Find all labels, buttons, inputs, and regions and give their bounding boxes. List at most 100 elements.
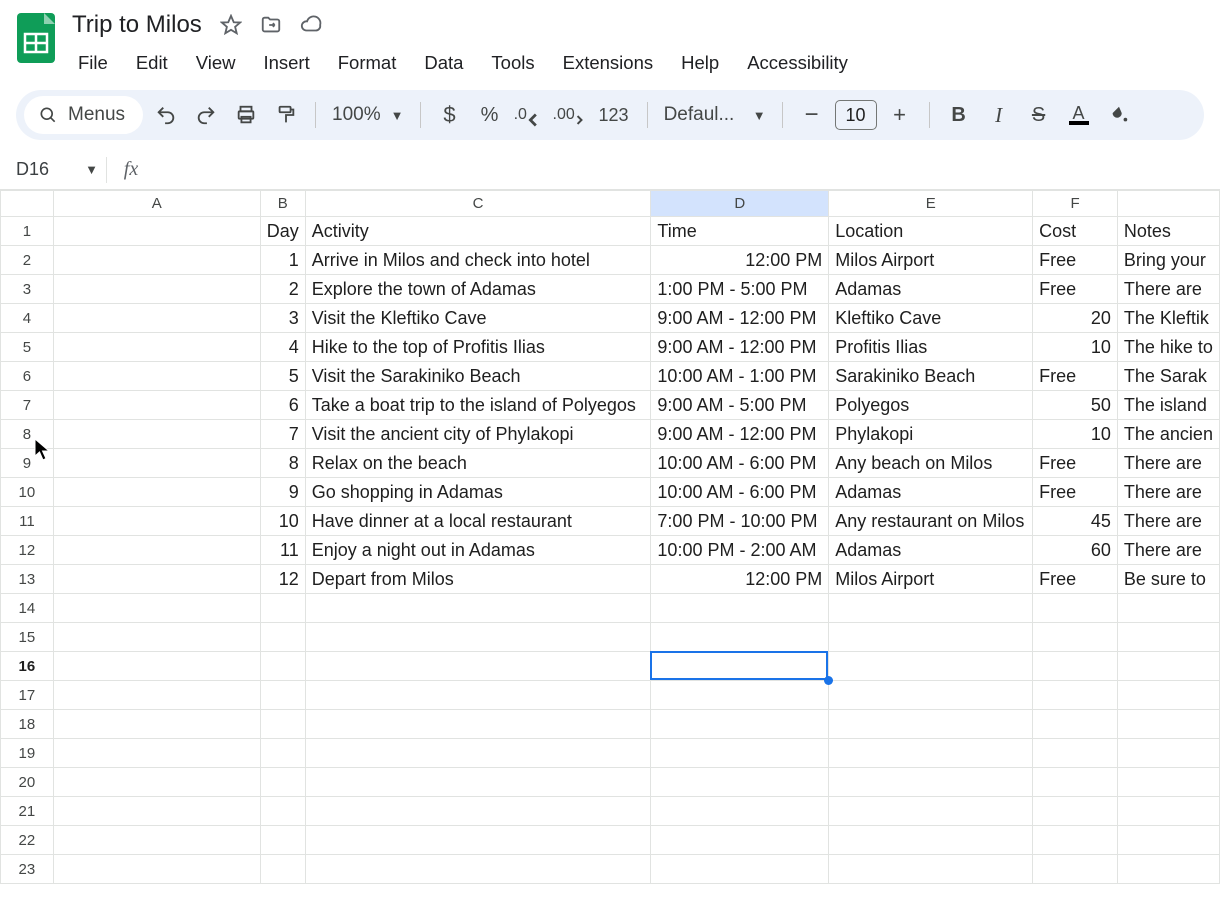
cell-A18[interactable] <box>53 710 260 739</box>
menu-insert[interactable]: Insert <box>251 48 321 78</box>
cell-G15[interactable] <box>1117 623 1219 652</box>
cell-E5[interactable]: Profitis Ilias <box>829 333 1033 362</box>
cell-D15[interactable] <box>651 623 829 652</box>
cell-A5[interactable] <box>53 333 260 362</box>
cell-C14[interactable] <box>305 594 651 623</box>
cell-D23[interactable] <box>651 855 829 884</box>
cell-C10[interactable]: Go shopping in Adamas <box>305 478 651 507</box>
cell-A11[interactable] <box>53 507 260 536</box>
cell-C7[interactable]: Take a boat trip to the island of Polyeg… <box>305 391 651 420</box>
cell-C5[interactable]: Hike to the top of Profitis Ilias <box>305 333 651 362</box>
cell-C9[interactable]: Relax on the beach <box>305 449 651 478</box>
name-box[interactable]: D16 ▼ <box>16 159 106 180</box>
cell-B6[interactable]: 5 <box>260 362 305 391</box>
cell-A6[interactable] <box>53 362 260 391</box>
cell-E13[interactable]: Milos Airport <box>829 565 1033 594</box>
cell-F22[interactable] <box>1033 826 1118 855</box>
cell-C12[interactable]: Enjoy a night out in Adamas <box>305 536 651 565</box>
cell-G14[interactable] <box>1117 594 1219 623</box>
cell-F14[interactable] <box>1033 594 1118 623</box>
cell-G16[interactable] <box>1117 652 1219 681</box>
row-header-3[interactable]: 3 <box>1 275 54 304</box>
increase-font-size-button[interactable]: + <box>883 98 917 132</box>
cell-G13[interactable]: Be sure to <box>1117 565 1219 594</box>
cell-E6[interactable]: Sarakiniko Beach <box>829 362 1033 391</box>
cell-D20[interactable] <box>651 768 829 797</box>
row-header-13[interactable]: 13 <box>1 565 54 594</box>
menu-help[interactable]: Help <box>669 48 731 78</box>
cell-E8[interactable]: Phylakopi <box>829 420 1033 449</box>
cell-G18[interactable] <box>1117 710 1219 739</box>
cell-G11[interactable]: There are <box>1117 507 1219 536</box>
move-folder-icon[interactable] <box>260 14 282 36</box>
cell-A9[interactable] <box>53 449 260 478</box>
cell-B17[interactable] <box>260 681 305 710</box>
cell-C11[interactable]: Have dinner at a local restaurant <box>305 507 651 536</box>
cell-E17[interactable] <box>829 681 1033 710</box>
column-header-D[interactable]: D <box>651 191 829 217</box>
cell-D9[interactable]: 10:00 AM - 6:00 PM <box>651 449 829 478</box>
cell-E15[interactable] <box>829 623 1033 652</box>
cell-G23[interactable] <box>1117 855 1219 884</box>
cell-G19[interactable] <box>1117 739 1219 768</box>
text-color-button[interactable]: A <box>1062 98 1096 132</box>
cell-A12[interactable] <box>53 536 260 565</box>
cell-C15[interactable] <box>305 623 651 652</box>
cell-F2[interactable]: Free <box>1033 246 1118 275</box>
cell-A23[interactable] <box>53 855 260 884</box>
menu-file[interactable]: File <box>72 48 120 78</box>
cell-selection-handle[interactable] <box>824 676 833 685</box>
cell-B2[interactable]: 1 <box>260 246 305 275</box>
cell-C19[interactable] <box>305 739 651 768</box>
cell-C21[interactable] <box>305 797 651 826</box>
menu-extensions[interactable]: Extensions <box>551 48 666 78</box>
cell-F5[interactable]: 10 <box>1033 333 1118 362</box>
row-header-5[interactable]: 5 <box>1 333 54 362</box>
cell-C17[interactable] <box>305 681 651 710</box>
cell-E20[interactable] <box>829 768 1033 797</box>
cell-F18[interactable] <box>1033 710 1118 739</box>
cell-A4[interactable] <box>53 304 260 333</box>
cell-G22[interactable] <box>1117 826 1219 855</box>
row-header-4[interactable]: 4 <box>1 304 54 333</box>
row-header-22[interactable]: 22 <box>1 826 54 855</box>
cell-E22[interactable] <box>829 826 1033 855</box>
column-header-A[interactable]: A <box>53 191 260 217</box>
undo-button[interactable] <box>149 98 183 132</box>
cell-A13[interactable] <box>53 565 260 594</box>
formula-input[interactable] <box>145 150 1220 189</box>
column-header-B[interactable]: B <box>260 191 305 217</box>
cell-E11[interactable]: Any restaurant on Milos <box>829 507 1033 536</box>
italic-button[interactable]: I <box>982 98 1016 132</box>
row-header-10[interactable]: 10 <box>1 478 54 507</box>
cell-D5[interactable]: 9:00 AM - 12:00 PM <box>651 333 829 362</box>
row-header-8[interactable]: 8 <box>1 420 54 449</box>
cell-B16[interactable] <box>260 652 305 681</box>
cell-E3[interactable]: Adamas <box>829 275 1033 304</box>
cell-B7[interactable]: 6 <box>260 391 305 420</box>
column-header-F[interactable]: F <box>1033 191 1118 217</box>
cell-B13[interactable]: 12 <box>260 565 305 594</box>
cell-E16[interactable] <box>829 652 1033 681</box>
select-all-corner[interactable] <box>1 191 54 217</box>
bold-button[interactable]: B <box>942 98 976 132</box>
cell-A22[interactable] <box>53 826 260 855</box>
cell-E14[interactable] <box>829 594 1033 623</box>
cell-E18[interactable] <box>829 710 1033 739</box>
cell-F9[interactable]: Free <box>1033 449 1118 478</box>
cell-C6[interactable]: Visit the Sarakiniko Beach <box>305 362 651 391</box>
cell-F11[interactable]: 45 <box>1033 507 1118 536</box>
cell-F19[interactable] <box>1033 739 1118 768</box>
cell-A20[interactable] <box>53 768 260 797</box>
cell-B8[interactable]: 7 <box>260 420 305 449</box>
cell-A2[interactable] <box>53 246 260 275</box>
cell-B1[interactable]: Day <box>260 217 305 246</box>
cell-F1[interactable]: Cost <box>1033 217 1118 246</box>
cell-E7[interactable]: Polyegos <box>829 391 1033 420</box>
cell-D8[interactable]: 9:00 AM - 12:00 PM <box>651 420 829 449</box>
cell-D14[interactable] <box>651 594 829 623</box>
cell-E21[interactable] <box>829 797 1033 826</box>
cell-D10[interactable]: 10:00 AM - 6:00 PM <box>651 478 829 507</box>
row-header-14[interactable]: 14 <box>1 594 54 623</box>
menu-edit[interactable]: Edit <box>124 48 180 78</box>
